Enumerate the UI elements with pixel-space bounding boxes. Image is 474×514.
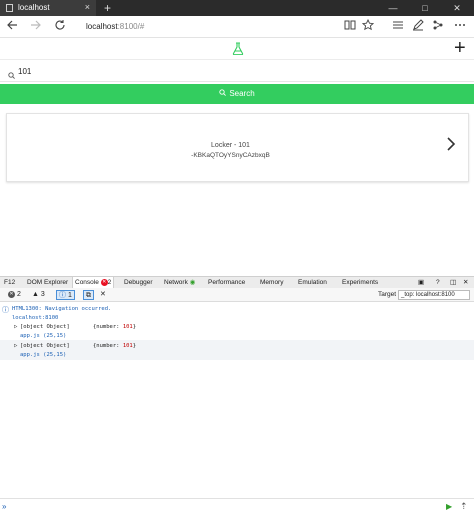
entry-message: HTML1300: Navigation occurred. [12, 306, 112, 312]
target-select[interactable]: _top: localhost:8100 [398, 290, 470, 300]
console-entry: ▷ [object Object] {number: 101} app.js (… [0, 322, 474, 340]
search-bar [0, 60, 474, 82]
tab-close-icon[interactable]: × [85, 2, 90, 12]
messages-filter[interactable]: ⓘ 1 [56, 290, 75, 300]
favorite-star-icon[interactable] [360, 18, 376, 35]
console-error-count: 2 [107, 279, 112, 286]
locker-title: Locker - 101 [211, 142, 250, 149]
entry-source-link[interactable]: app.js (25,15) [20, 352, 66, 358]
tab-title: localhost [18, 3, 50, 12]
value-prefix: {number: [93, 343, 123, 349]
console-entry: ⓘ HTML1300: Navigation occurred. localho… [0, 304, 474, 322]
expand-arrow-icon[interactable]: ▷ [14, 324, 17, 330]
warning-icon: ▲ [32, 291, 39, 298]
tab-console-label: Console [75, 279, 99, 286]
console-output: ⓘ HTML1300: Navigation occurred. localho… [0, 302, 474, 498]
messages-count: 1 [67, 292, 72, 299]
record-icon: ◉ [189, 279, 196, 286]
refresh-icon[interactable] [52, 19, 68, 35]
expand-arrow-icon[interactable]: ▷ [14, 343, 17, 349]
value-suffix: } [132, 324, 137, 330]
address-bar[interactable]: localhost:8100/# [80, 19, 340, 35]
entry-object[interactable]: [object Object] [20, 324, 70, 330]
add-button[interactable]: + [454, 38, 466, 58]
back-arrow-icon[interactable] [4, 19, 20, 35]
locker-key: -KBKaQTOyYSnyCAzbxqB [191, 152, 270, 159]
entry-object[interactable]: [object Object] [20, 343, 70, 349]
search-button-label: Search [229, 89, 255, 98]
hub-icon[interactable] [390, 19, 406, 35]
errors-filter[interactable]: ✕ 2 [8, 290, 21, 300]
share-icon[interactable] [430, 19, 446, 35]
value-prefix: {number: [93, 324, 123, 330]
entry-value: {number: 101} [93, 324, 136, 330]
devtools-tab-bar: F12 DOM Explorer Console ✕2 Debugger Net… [0, 276, 474, 289]
info-icon: ⓘ [59, 292, 66, 299]
browser-tab[interactable]: localhost × [0, 0, 96, 16]
flask-logo-icon [232, 42, 244, 60]
error-badge-icon: ✕ [100, 278, 108, 286]
address-path: :8100/# [117, 22, 145, 31]
new-tab-button[interactable]: + [104, 0, 111, 16]
page-icon [6, 4, 13, 12]
close-window-button[interactable]: ✕ [442, 0, 472, 16]
search-input[interactable] [18, 63, 458, 79]
browser-nav-bar: localhost:8100/# [0, 16, 474, 38]
minimize-button[interactable]: — [378, 0, 408, 16]
console-toolbar: ✕ 2 ▲ 3 ⓘ 1 ⧉ ✕ Target _top: localhost:8… [0, 288, 474, 302]
value-number: 101 [122, 343, 133, 349]
entry-value: {number: 101} [93, 343, 136, 349]
clear-console-icon[interactable]: ✕ [100, 290, 106, 300]
run-script-icon[interactable]: ▶ [446, 502, 452, 511]
warnings-count: 3 [40, 291, 45, 298]
search-button[interactable]: Search [0, 84, 474, 104]
search-icon [219, 84, 227, 104]
console-entry: ▷ [object Object] {number: 101} app.js (… [0, 340, 474, 360]
tab-network-label: Network [164, 279, 188, 286]
web-note-icon[interactable] [410, 19, 426, 35]
reading-view-icon[interactable] [342, 19, 358, 35]
warnings-filter[interactable]: ▲ 3 [32, 290, 45, 300]
chevron-right-icon [446, 136, 456, 157]
multiline-mode-icon[interactable]: ⇡ [460, 501, 468, 512]
maximize-button[interactable]: □ [410, 0, 440, 16]
preserve-log-icon[interactable]: ⧉ [83, 290, 94, 300]
search-icon [8, 66, 15, 84]
console-prompt[interactable]: » ▶ ⇡ [0, 498, 474, 514]
locker-card[interactable]: Locker - 101 -KBKaQTOyYSnyCAzbxqB [6, 113, 469, 182]
value-suffix: } [132, 343, 137, 349]
error-icon: ✕ [8, 290, 15, 298]
more-icon[interactable] [452, 19, 468, 35]
errors-count: 2 [16, 291, 21, 298]
address-host: localhost [86, 22, 118, 31]
prompt-chevron-icon: » [2, 502, 7, 511]
forward-arrow-icon[interactable] [28, 19, 44, 35]
info-icon: ⓘ [2, 306, 9, 314]
value-number: 101 [122, 324, 133, 330]
target-label: Target [378, 291, 397, 298]
entry-source-link[interactable]: app.js (25,15) [20, 333, 66, 339]
entry-source-link[interactable]: localhost:8100 [12, 315, 58, 321]
browser-title-bar: localhost × + — □ ✕ [0, 0, 474, 16]
